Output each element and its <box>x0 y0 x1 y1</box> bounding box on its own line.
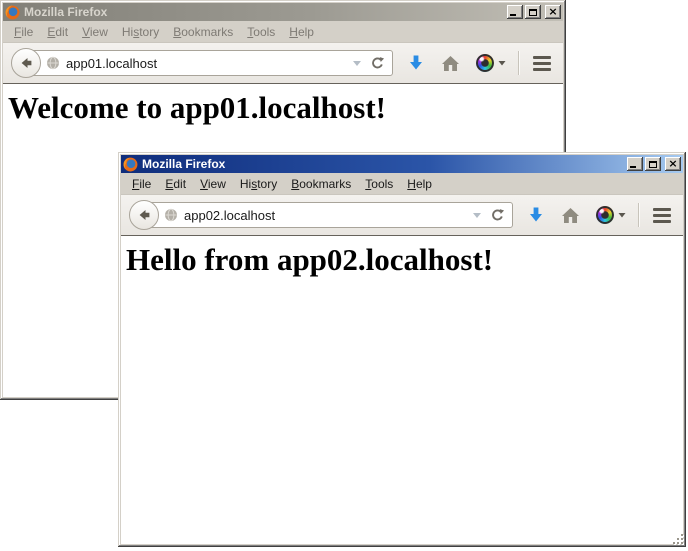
window-controls: × <box>507 5 561 19</box>
minimize-icon <box>630 166 636 168</box>
menu-item-history[interactable]: History <box>233 175 284 193</box>
resize-grip-icon[interactable] <box>672 533 685 546</box>
chevron-down-icon <box>618 212 626 218</box>
download-arrow-icon <box>407 54 425 72</box>
menu-bar: File Edit View History Bookmarks Tools H… <box>121 173 683 194</box>
download-button[interactable] <box>407 54 425 72</box>
browser-window-app02: Mozilla Firefox × File Edit View History… <box>118 152 686 547</box>
menu-item-bookmarks[interactable]: Bookmarks <box>284 175 358 193</box>
menu-item-edit[interactable]: Edit <box>40 23 75 41</box>
close-button[interactable]: × <box>665 157 681 171</box>
menu-item-file[interactable]: File <box>7 23 40 41</box>
globe-icon[interactable] <box>164 208 178 222</box>
maximize-button[interactable] <box>525 5 541 19</box>
menu-item-help[interactable]: Help <box>282 23 321 41</box>
window-title: Mozilla Firefox <box>142 155 627 173</box>
home-icon <box>561 207 580 224</box>
minimize-button[interactable] <box>627 157 643 171</box>
download-button[interactable] <box>527 206 545 224</box>
maximize-icon <box>529 9 537 16</box>
hamburger-menu-icon <box>533 56 551 59</box>
hamburger-menu-button[interactable] <box>651 206 673 225</box>
hamburger-menu-icon <box>653 208 671 211</box>
home-icon <box>441 55 460 72</box>
navigation-toolbar: app02.localhost <box>121 194 683 236</box>
urlbar-chevron-down-icon[interactable] <box>352 59 362 67</box>
menu-item-file[interactable]: File <box>125 175 158 193</box>
page-heading: Welcome to app01.localhost! <box>3 90 563 126</box>
menu-item-tools[interactable]: Tools <box>240 23 282 41</box>
back-button[interactable] <box>129 200 159 230</box>
window-title: Mozilla Firefox <box>24 3 507 21</box>
minimize-icon <box>510 14 516 16</box>
menu-item-bookmarks[interactable]: Bookmarks <box>166 23 240 41</box>
close-button[interactable]: × <box>545 5 561 19</box>
menu-item-view[interactable]: View <box>193 175 233 193</box>
page-heading: Hello from app02.localhost! <box>121 242 683 278</box>
navigation-toolbar: app01.localhost <box>3 42 563 84</box>
reload-button[interactable] <box>370 56 385 71</box>
menu-bar: File Edit View History Bookmarks Tools H… <box>3 21 563 42</box>
menu-item-history[interactable]: History <box>115 23 166 41</box>
color-wheel-icon <box>476 54 494 72</box>
maximize-icon <box>649 161 657 168</box>
window-controls: × <box>627 157 681 171</box>
chevron-down-icon <box>498 60 506 66</box>
back-arrow-icon <box>18 55 34 71</box>
close-icon: × <box>668 159 677 169</box>
minimize-button[interactable] <box>507 5 523 19</box>
color-wheel-button[interactable] <box>476 54 506 72</box>
home-button[interactable] <box>441 55 460 72</box>
titlebar[interactable]: Mozilla Firefox × <box>3 3 563 21</box>
url-bar[interactable]: app02.localhost <box>143 202 513 228</box>
url-text: app02.localhost <box>184 208 472 223</box>
back-button[interactable] <box>11 48 41 78</box>
color-wheel-button[interactable] <box>596 206 626 224</box>
urlbar-chevron-down-icon[interactable] <box>472 211 482 219</box>
menu-item-tools[interactable]: Tools <box>358 175 400 193</box>
page-content: Hello from app02.localhost! <box>121 236 683 544</box>
url-text: app01.localhost <box>66 56 352 71</box>
titlebar[interactable]: Mozilla Firefox × <box>121 155 683 173</box>
globe-icon[interactable] <box>46 56 60 70</box>
toolbar-separator <box>518 51 519 75</box>
maximize-button[interactable] <box>645 157 661 171</box>
firefox-logo-icon[interactable] <box>123 157 138 172</box>
reload-button[interactable] <box>490 208 505 223</box>
close-icon: × <box>548 7 557 17</box>
menu-item-edit[interactable]: Edit <box>158 175 193 193</box>
firefox-logo-icon[interactable] <box>5 5 20 20</box>
back-arrow-icon <box>136 207 152 223</box>
url-bar[interactable]: app01.localhost <box>25 50 393 76</box>
reload-icon <box>370 56 385 71</box>
reload-icon <box>490 208 505 223</box>
download-arrow-icon <box>527 206 545 224</box>
hamburger-menu-button[interactable] <box>531 54 553 73</box>
home-button[interactable] <box>561 207 580 224</box>
color-wheel-icon <box>596 206 614 224</box>
toolbar-separator <box>638 203 639 227</box>
menu-item-view[interactable]: View <box>75 23 115 41</box>
menu-item-help[interactable]: Help <box>400 175 439 193</box>
